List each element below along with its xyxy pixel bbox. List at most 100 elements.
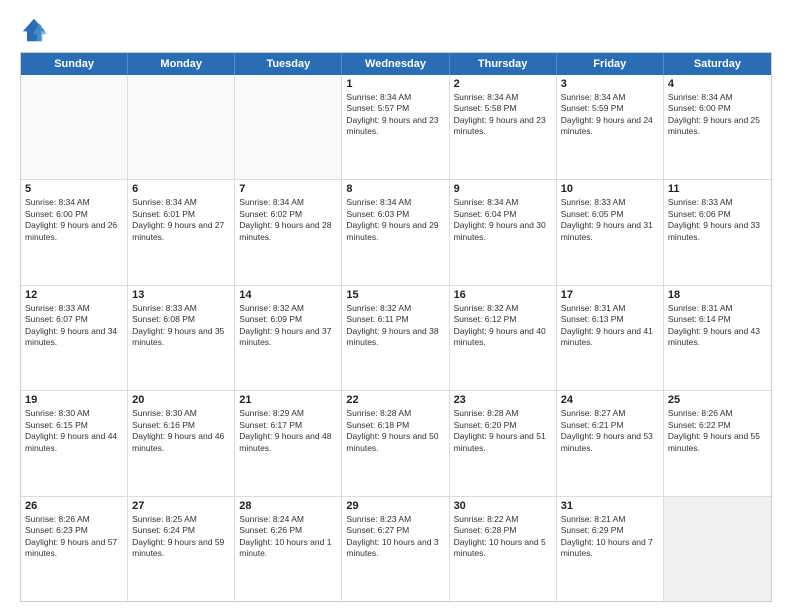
calendar-header: SundayMondayTuesdayWednesdayThursdayFrid… bbox=[21, 53, 771, 75]
day-number: 15 bbox=[346, 289, 444, 301]
calendar-cell-1: 1 Sunrise: 8:34 AM Sunset: 5:57 PM Daylig… bbox=[342, 75, 449, 179]
calendar-cell-31: 31Sunrise: 8:21 AM Sunset: 6:29 PM Dayli… bbox=[557, 497, 664, 601]
cell-info: Sunrise: 8:23 AM Sunset: 6:27 PM Dayligh… bbox=[346, 514, 444, 560]
cell-info: Sunrise: 8:30 AM Sunset: 6:15 PM Dayligh… bbox=[25, 408, 123, 454]
day-number: 22 bbox=[346, 394, 444, 406]
day-number: 31 bbox=[561, 500, 659, 512]
calendar-week-5: 26Sunrise: 8:26 AM Sunset: 6:23 PM Dayli… bbox=[21, 497, 771, 601]
calendar-cell-20: 20Sunrise: 8:30 AM Sunset: 6:16 PM Dayli… bbox=[128, 391, 235, 495]
calendar-cell-empty bbox=[235, 75, 342, 179]
calendar-cell-11: 11Sunrise: 8:33 AM Sunset: 6:06 PM Dayli… bbox=[664, 180, 771, 284]
cell-info: Sunrise: 8:34 AM Sunset: 5:57 PM Dayligh… bbox=[346, 92, 444, 138]
header-day-friday: Friday bbox=[557, 53, 664, 75]
day-number: 23 bbox=[454, 394, 552, 406]
calendar-cell-7: 7Sunrise: 8:34 AM Sunset: 6:02 PM Daylig… bbox=[235, 180, 342, 284]
cell-info: Sunrise: 8:32 AM Sunset: 6:11 PM Dayligh… bbox=[346, 303, 444, 349]
header-day-monday: Monday bbox=[128, 53, 235, 75]
day-number: 9 bbox=[454, 183, 552, 195]
day-number: 1 bbox=[346, 78, 444, 90]
calendar-cell-9: 9 Sunrise: 8:34 AM Sunset: 6:04 PM Daylig… bbox=[450, 180, 557, 284]
day-number: 29 bbox=[346, 500, 444, 512]
header bbox=[20, 16, 772, 44]
calendar-cell-13: 13 Sunrise: 8:33 AM Sunset: 6:08 PM Dayli… bbox=[128, 286, 235, 390]
logo-icon bbox=[20, 16, 48, 44]
calendar-cell-27: 27 Sunrise: 8:25 AM Sunset: 6:24 PM Dayli… bbox=[128, 497, 235, 601]
cell-info: Sunrise: 8:34 AM Sunset: 6:00 PM Dayligh… bbox=[25, 197, 123, 243]
day-number: 13 bbox=[132, 289, 230, 301]
cell-info: Sunrise: 8:33 AM Sunset: 6:05 PM Dayligh… bbox=[561, 197, 659, 243]
day-number: 28 bbox=[239, 500, 337, 512]
cell-info: Sunrise: 8:33 AM Sunset: 6:06 PM Dayligh… bbox=[668, 197, 767, 243]
header-day-wednesday: Wednesday bbox=[342, 53, 449, 75]
day-number: 17 bbox=[561, 289, 659, 301]
day-number: 2 bbox=[454, 78, 552, 90]
calendar-cell-19: 19 Sunrise: 8:30 AM Sunset: 6:15 PM Dayli… bbox=[21, 391, 128, 495]
day-number: 14 bbox=[239, 289, 337, 301]
calendar-cell-25: 25 Sunrise: 8:26 AM Sunset: 6:22 PM Dayli… bbox=[664, 391, 771, 495]
header-day-tuesday: Tuesday bbox=[235, 53, 342, 75]
day-number: 4 bbox=[668, 78, 767, 90]
day-number: 6 bbox=[132, 183, 230, 195]
cell-info: Sunrise: 8:25 AM Sunset: 6:24 PM Dayligh… bbox=[132, 514, 230, 560]
cell-info: Sunrise: 8:32 AM Sunset: 6:09 PM Dayligh… bbox=[239, 303, 337, 349]
calendar-cell-26: 26Sunrise: 8:26 AM Sunset: 6:23 PM Dayli… bbox=[21, 497, 128, 601]
cell-info: Sunrise: 8:34 AM Sunset: 6:01 PM Dayligh… bbox=[132, 197, 230, 243]
cell-info: Sunrise: 8:28 AM Sunset: 6:20 PM Dayligh… bbox=[454, 408, 552, 454]
calendar-cell-18: 18 Sunrise: 8:31 AM Sunset: 6:14 PM Dayli… bbox=[664, 286, 771, 390]
day-number: 20 bbox=[132, 394, 230, 406]
day-number: 24 bbox=[561, 394, 659, 406]
calendar-cell-2: 2 Sunrise: 8:34 AM Sunset: 5:58 PM Daylig… bbox=[450, 75, 557, 179]
cell-info: Sunrise: 8:27 AM Sunset: 6:21 PM Dayligh… bbox=[561, 408, 659, 454]
cell-info: Sunrise: 8:34 AM Sunset: 6:03 PM Dayligh… bbox=[346, 197, 444, 243]
calendar-week-4: 19 Sunrise: 8:30 AM Sunset: 6:15 PM Dayli… bbox=[21, 391, 771, 496]
cell-info: Sunrise: 8:31 AM Sunset: 6:13 PM Dayligh… bbox=[561, 303, 659, 349]
day-number: 5 bbox=[25, 183, 123, 195]
calendar-cell-empty bbox=[128, 75, 235, 179]
day-number: 21 bbox=[239, 394, 337, 406]
header-day-thursday: Thursday bbox=[450, 53, 557, 75]
calendar-cell-22: 22 Sunrise: 8:28 AM Sunset: 6:18 PM Dayli… bbox=[342, 391, 449, 495]
cell-info: Sunrise: 8:32 AM Sunset: 6:12 PM Dayligh… bbox=[454, 303, 552, 349]
cell-info: Sunrise: 8:34 AM Sunset: 6:00 PM Dayligh… bbox=[668, 92, 767, 138]
calendar-cell-28: 28 Sunrise: 8:24 AM Sunset: 6:26 PM Dayli… bbox=[235, 497, 342, 601]
cell-info: Sunrise: 8:24 AM Sunset: 6:26 PM Dayligh… bbox=[239, 514, 337, 560]
calendar-cell-16: 16Sunrise: 8:32 AM Sunset: 6:12 PM Dayli… bbox=[450, 286, 557, 390]
calendar-cell-14: 14 Sunrise: 8:32 AM Sunset: 6:09 PM Dayli… bbox=[235, 286, 342, 390]
calendar-cell-12: 12 Sunrise: 8:33 AM Sunset: 6:07 PM Dayli… bbox=[21, 286, 128, 390]
day-number: 3 bbox=[561, 78, 659, 90]
calendar-cell-empty bbox=[21, 75, 128, 179]
day-number: 27 bbox=[132, 500, 230, 512]
header-day-saturday: Saturday bbox=[664, 53, 771, 75]
logo bbox=[20, 16, 52, 44]
calendar-cell-3: 3Sunrise: 8:34 AM Sunset: 5:59 PM Daylig… bbox=[557, 75, 664, 179]
cell-info: Sunrise: 8:34 AM Sunset: 6:02 PM Dayligh… bbox=[239, 197, 337, 243]
cell-info: Sunrise: 8:31 AM Sunset: 6:14 PM Dayligh… bbox=[668, 303, 767, 349]
calendar-cell-6: 6 Sunrise: 8:34 AM Sunset: 6:01 PM Daylig… bbox=[128, 180, 235, 284]
cell-info: Sunrise: 8:34 AM Sunset: 6:04 PM Dayligh… bbox=[454, 197, 552, 243]
day-number: 25 bbox=[668, 394, 767, 406]
calendar-cell-21: 21 Sunrise: 8:29 AM Sunset: 6:17 PM Dayli… bbox=[235, 391, 342, 495]
calendar-week-1: 1 Sunrise: 8:34 AM Sunset: 5:57 PM Daylig… bbox=[21, 75, 771, 180]
cell-info: Sunrise: 8:34 AM Sunset: 5:58 PM Dayligh… bbox=[454, 92, 552, 138]
cell-info: Sunrise: 8:26 AM Sunset: 6:22 PM Dayligh… bbox=[668, 408, 767, 454]
cell-info: Sunrise: 8:28 AM Sunset: 6:18 PM Dayligh… bbox=[346, 408, 444, 454]
calendar-cell-4: 4 Sunrise: 8:34 AM Sunset: 6:00 PM Daylig… bbox=[664, 75, 771, 179]
calendar-cell-23: 23 Sunrise: 8:28 AM Sunset: 6:20 PM Dayli… bbox=[450, 391, 557, 495]
cell-info: Sunrise: 8:22 AM Sunset: 6:28 PM Dayligh… bbox=[454, 514, 552, 560]
day-number: 12 bbox=[25, 289, 123, 301]
calendar-cell-8: 8 Sunrise: 8:34 AM Sunset: 6:03 PM Daylig… bbox=[342, 180, 449, 284]
day-number: 8 bbox=[346, 183, 444, 195]
cell-info: Sunrise: 8:26 AM Sunset: 6:23 PM Dayligh… bbox=[25, 514, 123, 560]
calendar-cell-17: 17 Sunrise: 8:31 AM Sunset: 6:13 PM Dayli… bbox=[557, 286, 664, 390]
day-number: 10 bbox=[561, 183, 659, 195]
calendar-cell-5: 5 Sunrise: 8:34 AM Sunset: 6:00 PM Daylig… bbox=[21, 180, 128, 284]
day-number: 18 bbox=[668, 289, 767, 301]
calendar-cell-30: 30 Sunrise: 8:22 AM Sunset: 6:28 PM Dayli… bbox=[450, 497, 557, 601]
calendar-cell-24: 24 Sunrise: 8:27 AM Sunset: 6:21 PM Dayli… bbox=[557, 391, 664, 495]
calendar-cell-10: 10 Sunrise: 8:33 AM Sunset: 6:05 PM Dayli… bbox=[557, 180, 664, 284]
cell-info: Sunrise: 8:29 AM Sunset: 6:17 PM Dayligh… bbox=[239, 408, 337, 454]
day-number: 30 bbox=[454, 500, 552, 512]
cell-info: Sunrise: 8:33 AM Sunset: 6:07 PM Dayligh… bbox=[25, 303, 123, 349]
day-number: 19 bbox=[25, 394, 123, 406]
cell-info: Sunrise: 8:33 AM Sunset: 6:08 PM Dayligh… bbox=[132, 303, 230, 349]
